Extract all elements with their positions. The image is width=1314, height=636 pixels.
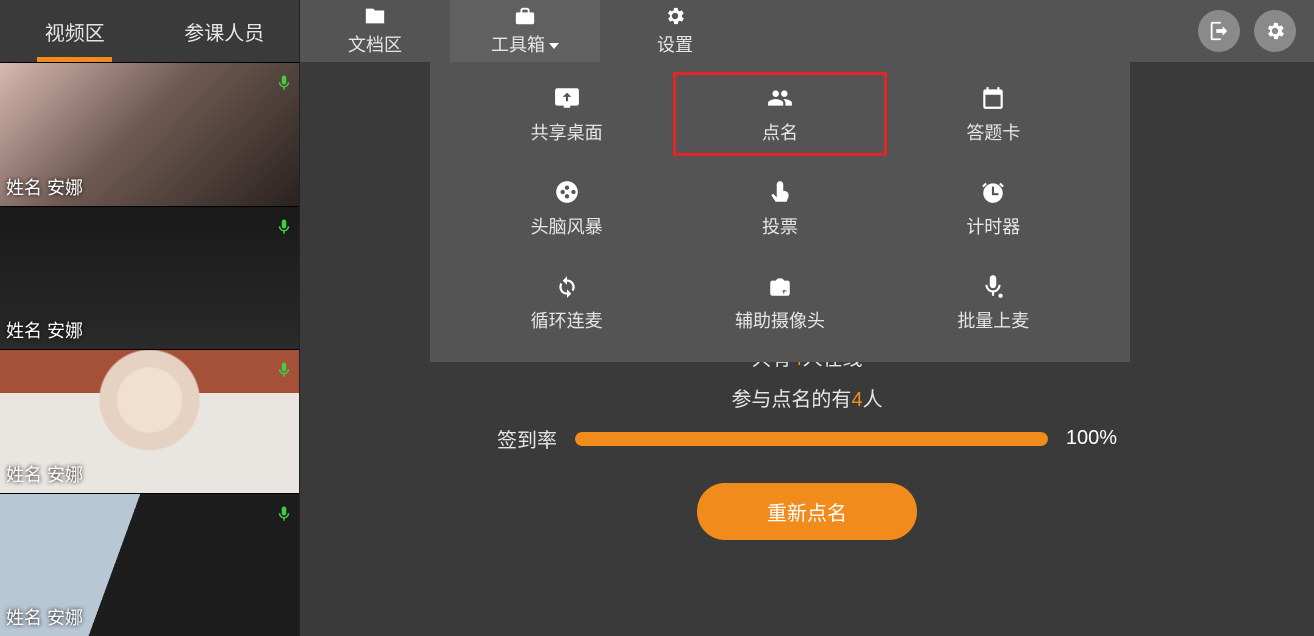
topbar-item-label: 工具箱 [491,31,559,57]
tool-label: 头脑风暴 [531,213,603,239]
sidebar-tab-video[interactable]: 视频区 [0,0,150,62]
topbar-item-label: 设置 [657,31,693,57]
tool-label: 答题卡 [966,119,1020,145]
tool-label: 点名 [762,119,798,145]
tool-label: 辅助摄像头 [735,307,825,333]
share-screen-icon [552,85,582,111]
calendar-icon [978,85,1008,111]
tools-panel: 共享桌面 点名 答题卡 头脑风暴 投票 计时器 [430,62,1130,362]
film-reel-icon [552,179,582,205]
attendance-bar [575,432,1048,446]
attendance-rate-label: 签到率 [497,424,557,453]
tool-answer-card[interactable]: 答题卡 [887,72,1100,156]
sidebar: 视频区 参课人员 姓名 安娜 姓名 安娜 [0,0,300,636]
video-tile[interactable]: 姓名 安娜 [0,62,299,206]
participant-name: 姓名 安娜 [6,317,83,343]
mic-icon [275,213,293,241]
participant-name: 姓名 安娜 [6,604,83,630]
tool-vote[interactable]: 投票 [673,166,886,250]
attendance-progress: 签到率 100% [497,424,1117,453]
mic-settings-icon [978,273,1008,299]
sidebar-tab-label: 视频区 [45,17,105,46]
video-list: 姓名 安娜 姓名 安娜 姓名 安娜 姓名 [0,62,299,636]
alarm-icon [978,179,1008,205]
mic-icon [275,69,293,97]
attendance-bar-fill [575,432,1048,446]
gear-icon [662,5,688,27]
folder-icon [362,5,388,27]
rollcall-again-button[interactable]: 重新点名 [697,483,917,540]
topbar-item-settings[interactable]: 设置 [600,0,750,62]
chevron-down-icon [549,43,559,49]
logout-button[interactable] [1198,10,1240,52]
video-tile[interactable]: 姓名 安娜 [0,493,299,636]
logout-icon [1208,20,1230,42]
video-tile[interactable]: 姓名 安娜 [0,349,299,493]
tool-label: 计时器 [966,213,1020,239]
topbar: 文档区 工具箱 设置 [300,0,1314,62]
tool-label: 共享桌面 [531,119,603,145]
tool-label: 批量上麦 [957,307,1029,333]
tool-label: 循环连麦 [531,307,603,333]
tool-label: 投票 [762,213,798,239]
tool-brainstorm[interactable]: 头脑风暴 [460,166,673,250]
people-icon [765,85,795,111]
tool-batch-mic[interactable]: 批量上麦 [887,260,1100,344]
participant-name: 姓名 安娜 [6,174,83,200]
toolbox-icon [512,5,538,27]
tool-share-desktop[interactable]: 共享桌面 [460,72,673,156]
topbar-right-buttons [1198,0,1314,62]
attendance-rate-value: 100% [1066,427,1117,450]
sync-icon [552,273,582,299]
participated-count: 4 [851,389,862,411]
sidebar-tab-label: 参课人员 [184,17,264,46]
settings-button[interactable] [1254,10,1296,52]
gear-icon [1264,20,1286,42]
main-area: 文档区 工具箱 设置 共 [300,0,1314,636]
tool-rollcall[interactable]: 点名 [673,72,886,156]
touch-icon [765,179,795,205]
tool-loop-mic[interactable]: 循环连麦 [460,260,673,344]
topbar-item-tools[interactable]: 工具箱 [450,0,600,62]
tool-timer[interactable]: 计时器 [887,166,1100,250]
camera-plus-icon [765,273,795,299]
sidebar-tab-attendees[interactable]: 参课人员 [150,0,300,62]
video-tile[interactable]: 姓名 安娜 [0,206,299,350]
mic-icon [275,500,293,528]
topbar-item-docs[interactable]: 文档区 [300,0,450,62]
rollcall-result: 共有4人在线 参与点名的有4人 签到率 100% 重新点名 [300,342,1314,540]
participated-count-line: 参与点名的有4人 [731,383,882,412]
mic-icon [275,356,293,384]
tool-aux-camera[interactable]: 辅助摄像头 [673,260,886,344]
topbar-item-label: 文档区 [348,31,402,57]
topbar-spacer [750,0,1198,62]
app-root: 视频区 参课人员 姓名 安娜 姓名 安娜 [0,0,1314,636]
participant-name: 姓名 安娜 [6,461,83,487]
sidebar-tabs: 视频区 参课人员 [0,0,299,62]
